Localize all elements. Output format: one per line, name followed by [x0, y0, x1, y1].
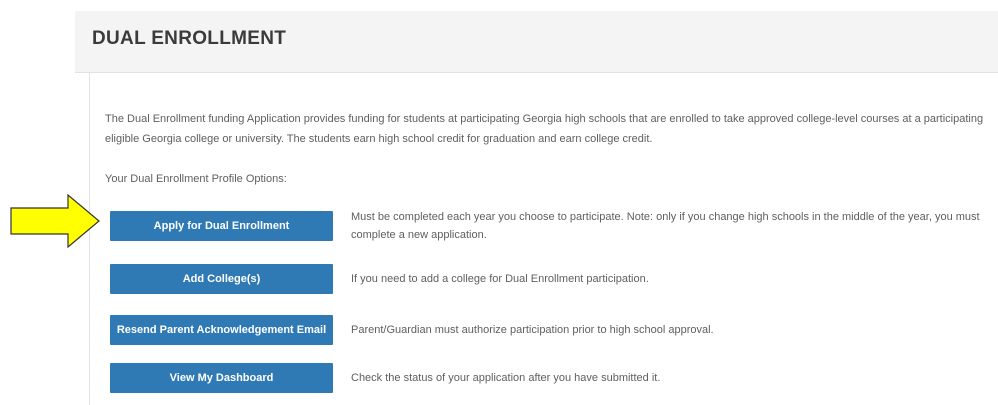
view-dashboard-description: Check the status of your application aft… [351, 372, 661, 384]
options-label: Your Dual Enrollment Profile Options: [105, 173, 287, 185]
page-header: DUAL ENROLLMENT [75, 11, 998, 73]
apply-for-dual-enrollment-button[interactable]: Apply for Dual Enrollment [110, 211, 333, 241]
resend-email-description: Parent/Guardian must authorize participa… [351, 324, 714, 336]
apply-description: Must be completed each year you choose t… [351, 211, 980, 241]
resend-parent-acknowledgement-email-button[interactable]: Resend Parent Acknowledgement Email [110, 315, 333, 345]
view-my-dashboard-button[interactable]: View My Dashboard [110, 363, 333, 393]
page-title: DUAL ENROLLMENT [92, 28, 287, 49]
page: DUAL ENROLLMENT The Dual Enrollment fund… [0, 0, 998, 405]
add-colleges-button[interactable]: Add College(s) [110, 264, 333, 294]
intro-text: The Dual Enrollment funding Application … [105, 113, 984, 145]
yellow-arrow-pointer-icon [10, 194, 100, 248]
add-colleges-description: If you need to add a college for Dual En… [351, 273, 649, 285]
content-panel: The Dual Enrollment funding Application … [89, 72, 998, 405]
